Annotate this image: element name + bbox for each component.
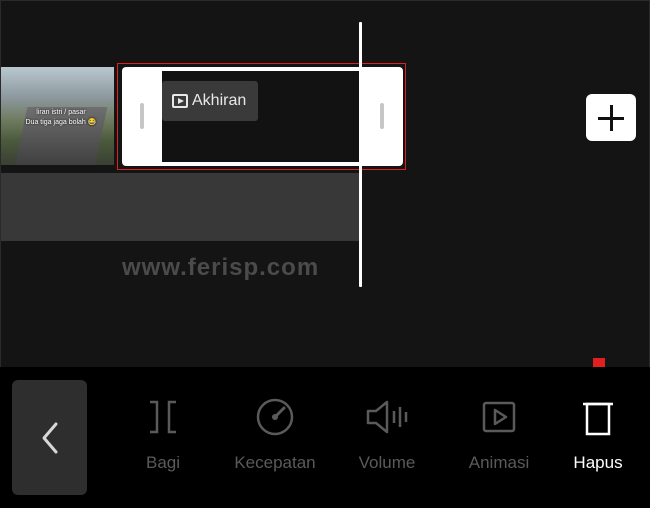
tool-volume[interactable]: Volume — [332, 391, 442, 473]
watermark: www.ferisp.com — [122, 254, 320, 281]
speedometer-icon — [256, 398, 294, 436]
bottom-toolbar: Bagi Kecepatan Volume Animasi Hapus — [0, 367, 650, 508]
audio-track[interactable] — [1, 173, 359, 241]
back-button[interactable] — [12, 380, 87, 495]
video-caption-line-2: Dua tiga jaga bolah 😂 — [25, 119, 97, 126]
tool-volume-label: Volume — [358, 453, 416, 472]
volume-icon — [366, 400, 408, 434]
playhead[interactable] — [359, 22, 362, 287]
split-icon — [150, 400, 176, 434]
tool-speed[interactable]: Kecepatan — [220, 391, 330, 473]
video-caption-line-1: liran istri / pasar — [36, 109, 86, 116]
tool-animation-label: Animasi — [468, 453, 530, 472]
tool-split[interactable]: Bagi — [108, 391, 218, 473]
tool-delete[interactable]: Hapus — [543, 391, 650, 473]
tool-animation[interactable]: Animasi — [444, 391, 554, 473]
trash-icon — [583, 402, 613, 436]
video-clip-thumbnail[interactable]: liran istri / pasar Dua tiga jaga bolah … — [1, 67, 114, 165]
tool-delete-label: Hapus — [573, 453, 623, 472]
selection-highlight — [117, 63, 406, 170]
tool-speed-label: Kecepatan — [234, 453, 316, 472]
play-box-icon — [482, 401, 516, 433]
chevron-left-icon — [42, 422, 57, 453]
add-clip-button[interactable] — [586, 94, 636, 141]
plus-icon — [598, 104, 624, 131]
tool-split-label: Bagi — [145, 453, 181, 472]
